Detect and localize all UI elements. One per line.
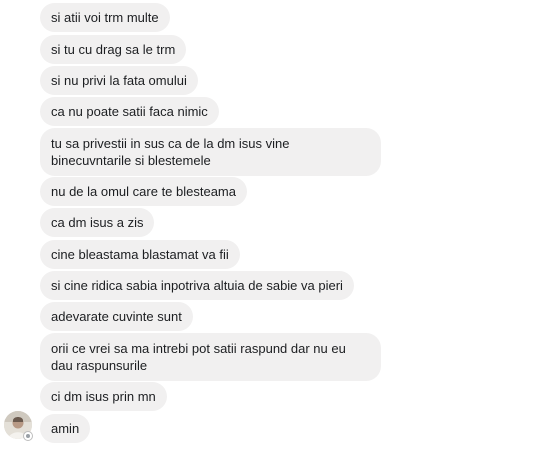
message-bubble[interactable]: cine bleastama blastamat va fii <box>40 240 240 269</box>
message-text: cine bleastama blastamat va fii <box>51 247 229 262</box>
message-bubble[interactable]: si cine ridica sabia inpotriva altuia de… <box>40 271 354 300</box>
message-bubble[interactable]: adevarate cuvinte sunt <box>40 302 193 331</box>
message-bubble[interactable]: ci dm isus prin mn <box>40 382 167 411</box>
message-text: amin <box>51 421 80 436</box>
message-bubble[interactable]: si nu privi la fata omului <box>40 66 198 95</box>
message-bubble[interactable]: amin <box>40 414 91 443</box>
chat-thread: si atii voi trm multe si tu cu drag sa l… <box>0 0 540 456</box>
message-bubble[interactable]: ca nu poate satii faca nimic <box>40 97 219 126</box>
message-bubble[interactable]: nu de la omul care te blesteama <box>40 177 247 206</box>
message-text: orii ce vrei sa ma intrebi pot satii ras… <box>51 341 346 373</box>
message-bubble[interactable]: ca dm isus a zis <box>40 208 155 237</box>
message-text: si nu privi la fata omului <box>51 73 187 88</box>
message-text: tu sa privestii in sus ca de la dm isus … <box>51 136 290 168</box>
message-text: si atii voi trm multe <box>51 10 159 25</box>
message-text: ci dm isus prin mn <box>51 389 156 404</box>
message-text: ca nu poate satii faca nimic <box>51 104 208 119</box>
message-text: ca dm isus a zis <box>51 215 144 230</box>
message-text: si cine ridica sabia inpotriva altuia de… <box>51 278 343 293</box>
active-status-icon <box>23 431 33 441</box>
message-bubble[interactable]: si tu cu drag sa le trm <box>40 35 187 64</box>
message-text: nu de la omul care te blesteama <box>51 184 236 199</box>
message-bubble[interactable]: tu sa privestii in sus ca de la dm isus … <box>40 128 381 176</box>
message-text: adevarate cuvinte sunt <box>51 309 182 324</box>
message-bubble[interactable]: si atii voi trm multe <box>40 3 170 32</box>
message-bubble[interactable]: orii ce vrei sa ma intrebi pot satii ras… <box>40 333 381 381</box>
message-text: si tu cu drag sa le trm <box>51 42 176 57</box>
